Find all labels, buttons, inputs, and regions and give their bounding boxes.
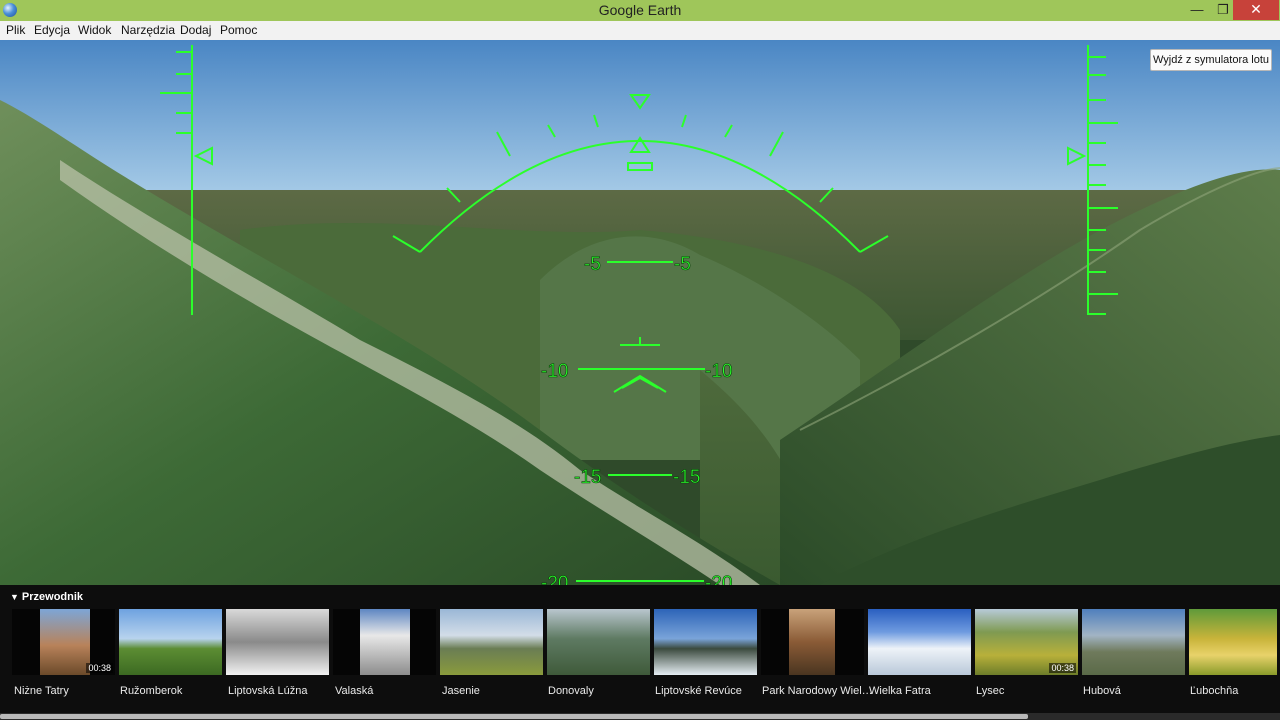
tour-label[interactable]: Hubová bbox=[1083, 685, 1121, 697]
tour-label[interactable]: Jasenie bbox=[442, 685, 480, 697]
pitch-label-minus-15-left: -15 bbox=[574, 467, 601, 488]
tour-thumbnail[interactable] bbox=[547, 609, 650, 675]
tour-label[interactable]: Ľubochňa bbox=[1190, 685, 1238, 697]
menu-dodaj[interactable]: Dodaj bbox=[180, 23, 211, 37]
tour-label[interactable]: Ružomberok bbox=[120, 685, 182, 697]
pitch-label-minus-10-right: -10 bbox=[705, 361, 732, 382]
tour-thumbnail[interactable] bbox=[1082, 609, 1185, 675]
tour-thumbnail[interactable] bbox=[761, 609, 864, 675]
flight-hud: -5 -5 -10 -10 -15 -15 -20 -20 bbox=[160, 45, 1118, 585]
tour-label[interactable]: Valaská bbox=[335, 685, 373, 697]
menu-pomoc[interactable]: Pomoc bbox=[220, 23, 257, 37]
chevron-down-icon[interactable]: ▼ bbox=[10, 592, 19, 602]
close-button[interactable]: ✕ bbox=[1233, 0, 1279, 20]
tour-label[interactable]: Liptovská Lúžna bbox=[228, 685, 308, 697]
exit-flight-simulator-button[interactable]: Wyjdź z symulatora lotu bbox=[1150, 49, 1272, 71]
tour-guide-panel: ▼ Przewodnik 00:38 Niżne Tatry Ružomberok… bbox=[0, 585, 1280, 720]
menu-bar: Plik Edycja Widok Narzędzia Dodaj Pomoc bbox=[0, 21, 1280, 41]
tour-thumbnail[interactable]: 00:38 bbox=[975, 609, 1078, 675]
tour-thumbnail[interactable] bbox=[119, 609, 222, 675]
heading-marker-icon bbox=[629, 94, 651, 110]
tour-label[interactable]: Park Narodowy Wiel… bbox=[762, 685, 873, 697]
tour-thumbnail[interactable]: 00:38 bbox=[12, 609, 115, 675]
pitch-label-minus-5-left: -5 bbox=[584, 254, 601, 275]
pitch-label-minus-5-right: -5 bbox=[674, 254, 691, 275]
earth-3d-view[interactable]: -5 -5 -10 -10 -15 -15 -20 -20 bbox=[0, 40, 1280, 585]
guide-header[interactable]: ▼ Przewodnik bbox=[10, 591, 83, 603]
window-title: Google Earth bbox=[598, 2, 682, 18]
bank-arc bbox=[419, 140, 861, 253]
menu-narzedzia[interactable]: Narzędzia bbox=[121, 23, 175, 37]
tour-label[interactable]: Niżne Tatry bbox=[14, 685, 69, 697]
guide-title: Przewodnik bbox=[21, 591, 84, 603]
pitch-label-minus-15-right: -15 bbox=[673, 467, 700, 488]
tour-duration: 00:38 bbox=[1049, 663, 1076, 673]
pitch-label-minus-20-right: -20 bbox=[705, 573, 732, 585]
speed-pointer-icon bbox=[193, 146, 213, 166]
tour-label[interactable]: Donovaly bbox=[548, 685, 594, 697]
title-bar: Google Earth — ❐ ✕ bbox=[0, 0, 1280, 21]
pitch-label-minus-10-left: -10 bbox=[541, 361, 568, 382]
menu-plik[interactable]: Plik bbox=[6, 23, 25, 37]
menu-edycja[interactable]: Edycja bbox=[34, 23, 70, 37]
tour-thumbnail[interactable] bbox=[226, 609, 329, 675]
guide-scrollbar-thumb[interactable] bbox=[0, 714, 1028, 719]
pitch-label-minus-20-left: -20 bbox=[541, 573, 568, 585]
tour-thumbnail[interactable] bbox=[868, 609, 971, 675]
tour-thumbnail[interactable] bbox=[654, 609, 757, 675]
guide-scrollbar[interactable] bbox=[0, 713, 1280, 720]
menu-widok[interactable]: Widok bbox=[78, 23, 111, 37]
tour-thumbnail[interactable] bbox=[333, 609, 436, 675]
tour-duration: 00:38 bbox=[86, 663, 113, 673]
flight-director-box bbox=[627, 162, 653, 171]
tour-label[interactable]: Liptovské Revúce bbox=[655, 685, 742, 697]
tour-thumbnail[interactable] bbox=[440, 609, 543, 675]
tour-thumbnail[interactable] bbox=[1189, 609, 1277, 675]
tour-label[interactable]: Wielka Fatra bbox=[869, 685, 931, 697]
tour-label[interactable]: Lysec bbox=[976, 685, 1004, 697]
altitude-pointer-icon bbox=[1067, 146, 1087, 166]
